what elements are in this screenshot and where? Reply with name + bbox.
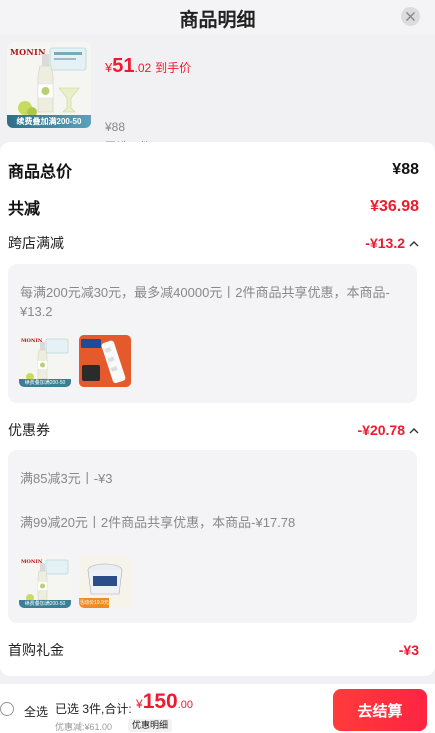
price-integer: 51 [112, 55, 135, 77]
total-price-row: 商品总价 ¥88 [8, 158, 419, 182]
discount-amount: 优惠减:¥61.00 [55, 722, 113, 732]
mini-ribbon: 活动价19.9元 [79, 600, 109, 606]
mini-brand: MONIN [21, 338, 43, 344]
checkout-button[interactable]: 去结算 [333, 689, 427, 731]
close-icon [406, 12, 415, 21]
coupon-row[interactable]: 优惠券 -¥20.78 [8, 420, 419, 440]
original-price: ¥88 [105, 120, 126, 134]
grand-total: ¥150.00 [136, 690, 193, 714]
list-item[interactable] [79, 335, 131, 387]
list-item[interactable]: 活动价19.9元 [79, 556, 131, 608]
checkout-bar: 全选 已选 3件,合计: ¥150.00 优惠减:¥61.00 优惠明细 去结算 [0, 684, 435, 733]
discount-detail-button[interactable]: 优惠明细 [128, 719, 173, 732]
gift-row: 首购礼金 -¥3 [8, 640, 419, 660]
cross-store-detail-box: 每满200元减30元，最多减40000元丨2件商品共享优惠，本商品-¥13.2 … [8, 264, 417, 403]
sheet-header: 商品明细 [0, 0, 435, 34]
currency-symbol: ¥ [136, 697, 143, 711]
promo-ribbon: 续费叠加满200-50 [7, 115, 91, 128]
cross-store-row[interactable]: 跨店满减 -¥13.2 [8, 233, 419, 253]
cross-store-value: -¥13.2 [365, 235, 405, 251]
price-tag: 到手价 [155, 61, 192, 75]
final-price: ¥51.02 到手价 [105, 55, 191, 78]
select-all-label[interactable]: 全选 [24, 703, 48, 720]
coupon-detail-box: 满85减3元丨-¥3 满99减20元丨2件商品共享优惠，本商品-¥17.78 M… [8, 450, 417, 623]
product-image[interactable]: MONIN 续费叠加满200-50 [7, 42, 91, 128]
total-decimal: .00 [177, 699, 194, 711]
chevron-up-icon[interactable] [409, 240, 419, 247]
total-reduce-row: 共减 ¥36.98 [8, 195, 419, 219]
coupon-label: 优惠券 [8, 422, 50, 438]
power-strip-image [79, 335, 131, 387]
total-integer: 150 [142, 690, 178, 713]
cross-store-description: 每满200元减30元，最多减40000元丨2件商品共享优惠，本商品-¥13.2 [20, 285, 390, 319]
mini-brand: MONIN [21, 559, 43, 565]
gift-label: 首购礼金 [8, 642, 64, 658]
list-item[interactable]: MONIN 续费叠加满200-50 [19, 556, 71, 608]
coupon-value: -¥20.78 [357, 422, 405, 438]
coupon-value-wrap: -¥20.78 [358, 422, 419, 438]
total-price-label: 商品总价 [8, 164, 73, 181]
gift-value: -¥3 [398, 642, 419, 658]
product-card[interactable]: MONIN 续费叠加满200-50 ¥51.02到手价 ¥88 已选 1件 [0, 38, 435, 154]
coupon-line-1: 满85减3元丨-¥3 [20, 471, 113, 486]
mini-ribbon: 续费叠加满200-50 [24, 601, 66, 607]
list-item[interactable]: MONIN 续费叠加满200-50 [19, 335, 71, 387]
select-all-radio[interactable] [0, 702, 14, 716]
price-decimal: .02 [134, 61, 152, 75]
mini-ribbon: 续费叠加满200-50 [24, 380, 66, 386]
total-price-value: ¥88 [392, 161, 419, 178]
cross-store-value-wrap: -¥13.2 [365, 235, 419, 251]
chevron-up-icon[interactable] [409, 427, 419, 434]
total-reduce-label: 共减 [8, 201, 41, 218]
total-reduce-value: ¥36.98 [370, 198, 419, 215]
close-button[interactable] [401, 7, 420, 26]
page-title: 商品明细 [179, 10, 256, 31]
coupon-line-2: 满99减20元丨2件商品共享优惠，本商品-¥17.78 [20, 515, 296, 530]
discount-detail-panel: 商品总价 ¥88 共减 ¥36.98 跨店满减 -¥13.2 每满200元减30… [0, 142, 435, 676]
cross-store-label: 跨店满减 [8, 235, 64, 251]
selection-summary: 已选 3件,合计: [55, 702, 132, 716]
